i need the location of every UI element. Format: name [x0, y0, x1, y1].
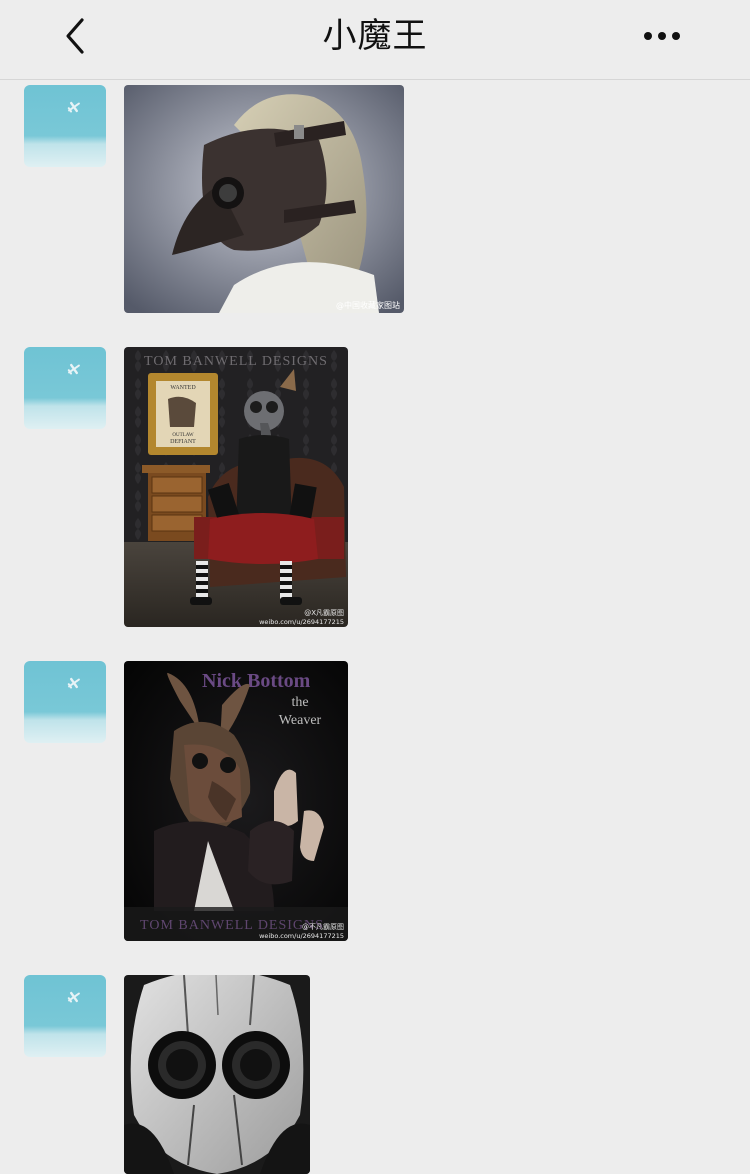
gas-mask-bw-photo: [124, 975, 310, 1174]
svg-text:DEFIANT: DEFIANT: [170, 439, 196, 445]
image-message[interactable]: @中国收藏家图站: [124, 85, 404, 313]
image-message[interactable]: TOM BANWELL DESIGNS WANTED OUTLAW DEFIAN…: [124, 347, 348, 627]
airplane-icon: [67, 101, 80, 113]
svg-text:Nick Bottom: Nick Bottom: [202, 670, 311, 692]
avatar[interactable]: [24, 661, 106, 743]
airplane-icon: [67, 991, 80, 1003]
donkey-mask-photo: Nick Bottom the Weaver TOM BANWELL DESIG…: [124, 661, 348, 941]
avatar[interactable]: [24, 975, 106, 1057]
more-button[interactable]: [636, 20, 688, 52]
svg-text:weibo.com/u/2694177215: weibo.com/u/2694177215: [259, 932, 344, 940]
airplane-icon: [67, 363, 80, 375]
svg-text:weibo.com/u/2694177215: weibo.com/u/2694177215: [259, 618, 344, 626]
airplane-icon: [67, 677, 80, 689]
navigation-bar: 小魔王: [0, 0, 750, 80]
chat-content[interactable]: @中国收藏家图站 TOM BANWELL DESIGNS WANTED OUTL…: [0, 80, 750, 1174]
svg-text:@X凡霸原图: @X凡霸原图: [304, 609, 344, 617]
svg-text:TOM BANWELL DESIGNS: TOM BANWELL DESIGNS: [144, 354, 328, 369]
svg-text:OUTLAW: OUTLAW: [172, 433, 194, 438]
more-dots-icon: [644, 32, 680, 40]
svg-text:@不凡霸原图: @不凡霸原图: [302, 923, 344, 931]
plague-doctor-photo: @中国收藏家图站: [124, 85, 404, 313]
svg-text:Weaver: Weaver: [279, 713, 322, 728]
avatar[interactable]: [24, 347, 106, 429]
svg-text:the: the: [291, 695, 308, 710]
image-message[interactable]: Nick Bottom the Weaver TOM BANWELL DESIG…: [124, 661, 348, 941]
svg-text:@中国收藏家图站: @中国收藏家图站: [336, 300, 400, 310]
gas-mask-woman-photo: TOM BANWELL DESIGNS WANTED OUTLAW DEFIAN…: [124, 347, 348, 627]
avatar[interactable]: [24, 85, 106, 167]
svg-text:WANTED: WANTED: [170, 385, 196, 391]
svg-text:TOM BANWELL DESIGNS: TOM BANWELL DESIGNS: [140, 918, 324, 933]
image-message[interactable]: [124, 975, 310, 1174]
